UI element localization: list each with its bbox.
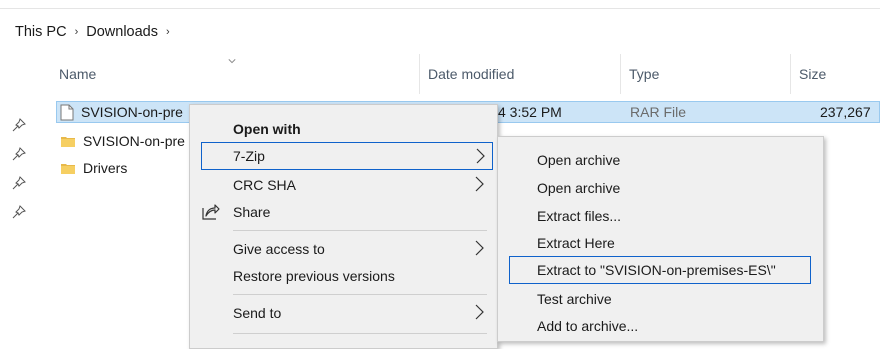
menu-item-label: Share	[233, 204, 271, 220]
chevron-right-icon	[476, 148, 485, 164]
column-header-size[interactable]: Size	[799, 66, 826, 82]
7zip-submenu: Open archive Open archive Extract files.…	[497, 136, 824, 342]
menu-item-open-with[interactable]: Open with	[190, 115, 497, 143]
submenu-item-label: Extract to "SVISION-on-premises-ES\"	[537, 262, 776, 278]
submenu-item-extract-here[interactable]: Extract Here	[498, 229, 823, 257]
column-divider[interactable]	[419, 54, 420, 94]
column-header-type[interactable]: Type	[629, 66, 659, 82]
pin-icon[interactable]	[12, 205, 26, 219]
submenu-item-label: Add to archive...	[537, 318, 639, 334]
menu-separator	[233, 333, 487, 334]
menu-item-7-zip[interactable]: 7-Zip	[201, 142, 493, 170]
submenu-item-label: Test archive	[537, 291, 612, 307]
file-type: RAR File	[630, 104, 687, 120]
context-menu: Open with 7-Zip CRC SHA Share Give acces…	[189, 104, 498, 349]
pin-icon[interactable]	[12, 118, 26, 132]
menu-item-send-to[interactable]: Send to	[190, 299, 497, 327]
sort-chevron-down-icon	[228, 59, 236, 64]
column-header-name[interactable]: Name	[59, 66, 96, 82]
share-icon	[202, 204, 220, 220]
submenu-item-test-archive[interactable]: Test archive	[498, 285, 823, 313]
window-top-border	[0, 8, 880, 9]
submenu-item-label: Extract files...	[537, 208, 622, 224]
column-divider[interactable]	[790, 54, 791, 94]
menu-item-give-access-to[interactable]: Give access to	[190, 235, 497, 263]
column-header-date-modified[interactable]: Date modified	[428, 66, 514, 82]
menu-item-label: Give access to	[233, 241, 325, 257]
pin-icon[interactable]	[12, 147, 26, 161]
menu-separator	[233, 230, 487, 231]
file-icon	[60, 104, 74, 120]
breadcrumb-separator-icon[interactable]: ›	[75, 26, 79, 38]
folder-icon	[61, 163, 75, 174]
breadcrumb-chevron-right-icon[interactable]: ›	[166, 26, 170, 38]
breadcrumb: This PC › Downloads ›	[15, 24, 178, 40]
chevron-right-icon	[475, 304, 484, 320]
submenu-item-open-archive-alt[interactable]: Open archive	[498, 174, 823, 202]
submenu-item-label: Extract Here	[537, 235, 615, 251]
file-date: 4 3:52 PM	[498, 104, 562, 120]
folder-name[interactable]: SVISION-on-pre	[83, 133, 185, 149]
chevron-right-icon	[475, 176, 484, 192]
breadcrumb-this-pc[interactable]: This PC	[15, 24, 67, 40]
file-size: 237,267	[820, 104, 871, 120]
menu-item-crc-sha[interactable]: CRC SHA	[190, 171, 497, 199]
menu-item-label: Open with	[233, 121, 301, 137]
menu-item-label: Restore previous versions	[233, 268, 395, 284]
menu-item-label: CRC SHA	[233, 177, 297, 193]
file-name[interactable]: SVISION-on-pre	[81, 104, 183, 120]
column-divider[interactable]	[620, 54, 621, 94]
menu-separator	[233, 294, 487, 295]
breadcrumb-downloads[interactable]: Downloads	[86, 24, 158, 40]
submenu-item-extract-to-folder[interactable]: Extract to "SVISION-on-premises-ES\"	[509, 256, 811, 284]
submenu-item-label: Open archive	[537, 180, 621, 196]
folder-icon	[61, 136, 75, 147]
submenu-item-label: Open archive	[537, 152, 621, 168]
chevron-right-icon	[475, 240, 484, 256]
submenu-item-open-archive[interactable]: Open archive	[498, 146, 823, 174]
submenu-item-add-to-archive[interactable]: Add to archive...	[498, 312, 823, 340]
pin-icon[interactable]	[12, 176, 26, 190]
folder-name[interactable]: Drivers	[83, 160, 127, 176]
menu-item-label: Send to	[233, 305, 282, 321]
menu-item-restore-previous-versions[interactable]: Restore previous versions	[190, 262, 497, 290]
menu-item-share[interactable]: Share	[190, 198, 497, 226]
submenu-item-extract-files[interactable]: Extract files...	[498, 202, 823, 230]
menu-item-label: 7-Zip	[233, 148, 265, 164]
